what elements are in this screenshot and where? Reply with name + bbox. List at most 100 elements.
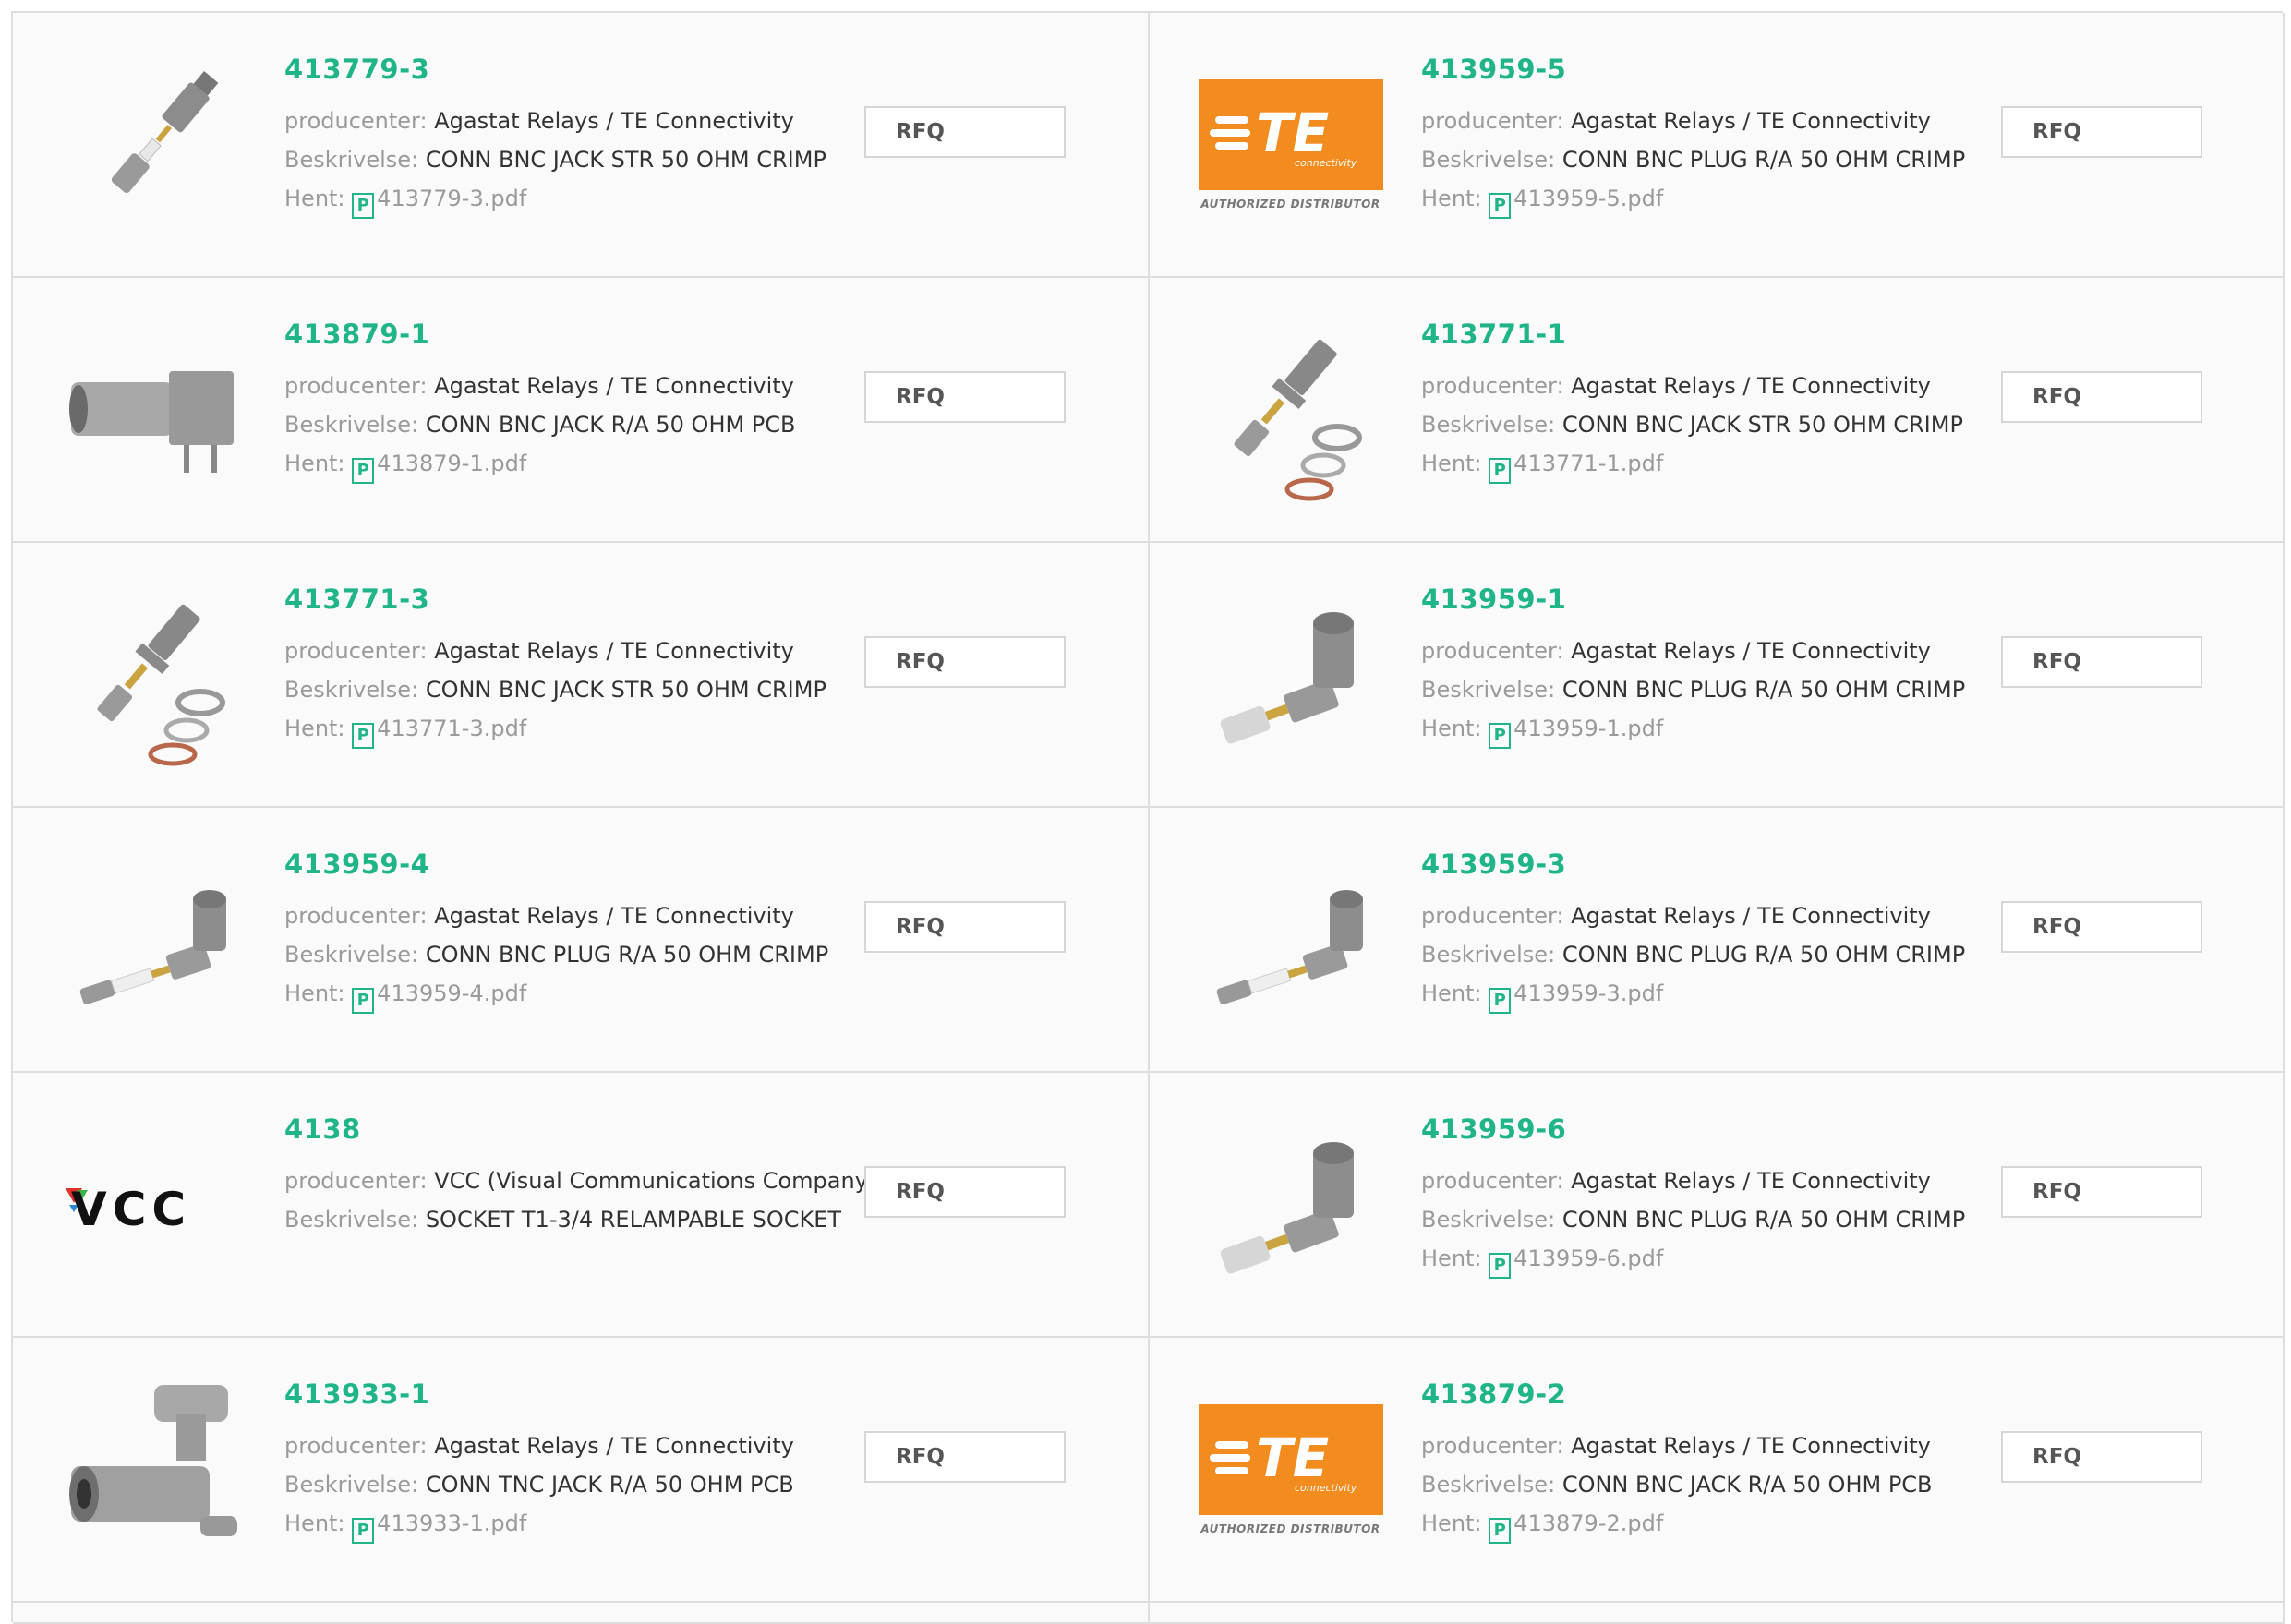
rfq-button[interactable]: RFQ: [864, 636, 1066, 688]
download-line: Hent: P 413779-3.pdf: [284, 179, 871, 219]
producer-value: Agastat Relays / TE Connectivity: [434, 902, 794, 929]
vcc-logo: VCC: [62, 1177, 247, 1233]
pdf-link[interactable]: 413879-2.pdf: [1513, 1510, 1663, 1536]
description-label: Beskrivelse:: [284, 941, 419, 968]
vcc-logo-mark: VCC: [65, 1183, 186, 1233]
download-label: Hent:: [284, 715, 345, 741]
product-card-413779-3: 413779-3 producenter: Agastat Relays / T…: [13, 13, 1150, 278]
part-number-link[interactable]: 413879-2: [1421, 1379, 2006, 1410]
pdf-link[interactable]: 413933-1.pdf: [377, 1510, 526, 1536]
product-card-413959-1: 413959-1 producenter: Agastat Relays / T…: [1150, 543, 2285, 808]
pdf-link[interactable]: 413959-4.pdf: [377, 980, 526, 1006]
producer-line: producenter: Agastat Relays / TE Connect…: [284, 632, 871, 670]
part-number-link[interactable]: 413959-1: [1421, 584, 2006, 615]
pdf-link[interactable]: 413959-3.pdf: [1513, 980, 1663, 1006]
pdf-icon[interactable]: P: [1489, 1517, 1512, 1544]
rfq-button[interactable]: RFQ: [2001, 106, 2202, 158]
pdf-link[interactable]: 413959-5.pdf: [1513, 186, 1663, 211]
product-image[interactable]: TE connectivity AUTHORIZED DISTRIBUTOR: [1196, 1375, 1385, 1564]
part-number-link[interactable]: 413933-1: [284, 1379, 871, 1410]
part-number-link[interactable]: 413959-5: [1421, 54, 2006, 85]
product-card-413959-4: 413959-4 producenter: Agastat Relays / T…: [13, 808, 1150, 1073]
pdf-icon[interactable]: P: [352, 722, 375, 749]
pdf-icon[interactable]: P: [1489, 457, 1512, 484]
product-image[interactable]: [1196, 580, 1385, 769]
te-logo-mark: TE connectivity: [1209, 102, 1357, 169]
product-image[interactable]: [59, 845, 248, 1034]
rfq-button[interactable]: RFQ: [864, 106, 1066, 158]
pdf-icon[interactable]: P: [1489, 987, 1512, 1014]
product-info: 413779-3 producenter: Agastat Relays / T…: [284, 54, 871, 219]
rfq-button[interactable]: RFQ: [2001, 371, 2202, 423]
rfq-button[interactable]: RFQ: [864, 1431, 1066, 1483]
pdf-link[interactable]: 413771-3.pdf: [377, 716, 526, 741]
part-number-link[interactable]: 413959-6: [1421, 1114, 2006, 1145]
description-line: Beskrivelse: CONN BNC JACK STR 50 OHM CR…: [1421, 405, 2006, 444]
product-image[interactable]: [1196, 845, 1385, 1034]
pdf-icon[interactable]: P: [1489, 1252, 1512, 1279]
part-number-link[interactable]: 413959-3: [1421, 849, 2006, 880]
description-line: Beskrivelse: CONN BNC JACK R/A 50 OHM PC…: [1421, 1465, 2006, 1504]
download-line: Hent: P 413771-1.pdf: [1421, 444, 2006, 484]
part-number-link[interactable]: 413959-4: [284, 849, 871, 880]
te-connectivity-logo: TE connectivity AUTHORIZED DISTRIBUTOR: [1198, 78, 1383, 211]
pdf-icon[interactable]: P: [352, 457, 375, 484]
product-image[interactable]: [59, 1375, 248, 1564]
producer-line: producenter: Agastat Relays / TE Connect…: [1421, 367, 2006, 405]
part-number-link[interactable]: 413771-1: [1421, 319, 2006, 350]
pdf-link[interactable]: 413959-1.pdf: [1513, 716, 1663, 741]
download-label: Hent:: [1421, 980, 1482, 1006]
pdf-link[interactable]: 413779-3.pdf: [377, 186, 526, 211]
product-image[interactable]: VCC: [59, 1110, 248, 1299]
description-label: Beskrivelse:: [1421, 1206, 1556, 1233]
pdf-icon[interactable]: P: [1489, 722, 1512, 749]
download-label: Hent:: [1421, 1245, 1482, 1271]
product-image[interactable]: [1196, 315, 1385, 504]
part-number-link[interactable]: 413779-3: [284, 54, 871, 85]
download-line: Hent: P 413959-1.pdf: [1421, 709, 2006, 749]
connector-image: [68, 1384, 237, 1536]
product-image[interactable]: [59, 580, 248, 769]
pdf-icon[interactable]: P: [352, 192, 375, 219]
rfq-button[interactable]: RFQ: [2001, 901, 2202, 953]
part-number-link[interactable]: 413879-1: [284, 319, 871, 350]
product-card-413959-5: TE connectivity AUTHORIZED DISTRIBUTOR 4…: [1150, 13, 2285, 278]
rfq-button[interactable]: RFQ: [2001, 636, 2202, 688]
product-image[interactable]: TE connectivity AUTHORIZED DISTRIBUTOR: [1196, 50, 1385, 239]
download-label: Hent:: [284, 450, 345, 476]
product-card-413879-1: 413879-1 producenter: Agastat Relays / T…: [13, 278, 1150, 543]
description-label: Beskrivelse:: [1421, 1471, 1556, 1498]
product-image[interactable]: [1196, 1110, 1385, 1299]
description-line: Beskrivelse: CONN BNC JACK STR 50 OHM CR…: [284, 670, 871, 709]
rfq-button[interactable]: RFQ: [864, 901, 1066, 953]
te-logo-box: TE connectivity: [1198, 78, 1383, 190]
pdf-link[interactable]: 413771-1.pdf: [1513, 451, 1663, 476]
product-image[interactable]: [59, 315, 248, 504]
producer-label: producenter:: [1421, 637, 1564, 664]
te-wordmark: TE: [1256, 1426, 1329, 1489]
product-image[interactable]: [59, 50, 248, 239]
rfq-button[interactable]: RFQ: [864, 1166, 1066, 1218]
pdf-icon[interactable]: P: [352, 987, 375, 1014]
part-number-link[interactable]: 4138: [284, 1114, 871, 1145]
download-label: Hent:: [284, 980, 345, 1006]
pdf-icon[interactable]: P: [1489, 192, 1512, 219]
producer-value: Agastat Relays / TE Connectivity: [434, 637, 794, 664]
product-card-413959-3: 413959-3 producenter: Agastat Relays / T…: [1150, 808, 2285, 1073]
description-label: Beskrivelse:: [1421, 676, 1556, 703]
producer-value: Agastat Relays / TE Connectivity: [1571, 902, 1931, 929]
part-number-link[interactable]: 413771-3: [284, 584, 871, 615]
description-line: Beskrivelse: CONN BNC PLUG R/A 50 OHM CR…: [1421, 670, 2006, 709]
rfq-button[interactable]: RFQ: [2001, 1166, 2202, 1218]
pdf-icon[interactable]: P: [352, 1517, 375, 1544]
rfq-button[interactable]: RFQ: [864, 371, 1066, 423]
product-card-413771-3: 413771-3 producenter: Agastat Relays / T…: [13, 543, 1150, 808]
producer-label: producenter:: [284, 1167, 428, 1194]
pdf-link[interactable]: 413879-1.pdf: [377, 451, 526, 476]
pdf-link[interactable]: 413959-6.pdf: [1513, 1245, 1663, 1271]
product-grid: 413779-3 producenter: Agastat Relays / T…: [11, 11, 2285, 1624]
rfq-button[interactable]: RFQ: [2001, 1431, 2202, 1483]
description-label: Beskrivelse:: [284, 411, 419, 438]
download-label: Hent:: [284, 1510, 345, 1536]
product-info: 413959-6 producenter: Agastat Relays / T…: [1421, 1114, 2006, 1279]
